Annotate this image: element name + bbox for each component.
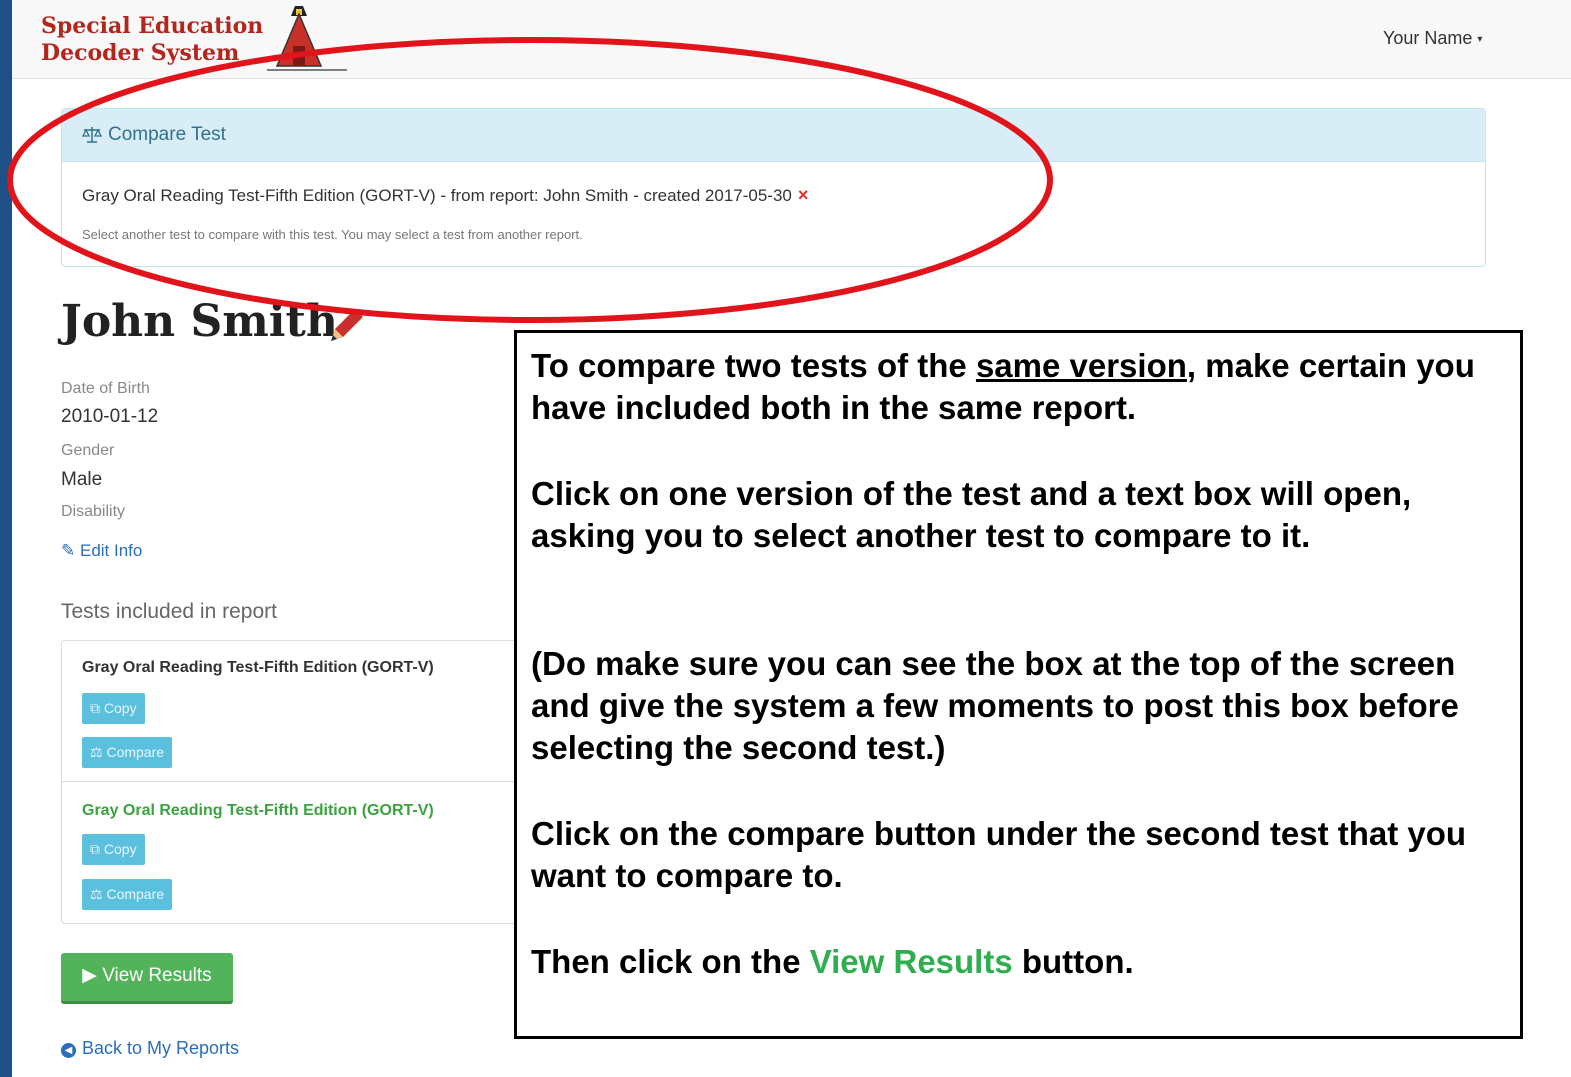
callout-paragraph-1: To compare two tests of the same version… bbox=[531, 347, 1475, 426]
arrow-left-circle-icon: ◀ bbox=[61, 1043, 76, 1058]
view-results-label: View Results bbox=[102, 965, 212, 986]
callout-paragraph-4: Click on the compare button under the se… bbox=[531, 815, 1467, 894]
gender-value: Male bbox=[61, 469, 103, 490]
tests-heading: Tests included in report bbox=[61, 600, 277, 623]
top-navbar: Special Education Decoder System Your Na… bbox=[12, 0, 1571, 79]
edit-info-link[interactable]: ✎ Edit Info bbox=[61, 541, 142, 561]
compare-button[interactable]: ⚖ Compare bbox=[82, 879, 173, 910]
dob-value: 2010-01-12 bbox=[61, 406, 159, 427]
compare-button[interactable]: ⚖ Compare bbox=[82, 737, 173, 768]
user-menu-dropdown[interactable]: Your Name ▾ bbox=[1383, 28, 1482, 49]
back-link-label: Back to My Reports bbox=[82, 1038, 240, 1058]
test-title[interactable]: Gray Oral Reading Test-Fifth Edition (GO… bbox=[82, 802, 434, 820]
disability-label: Disability bbox=[61, 503, 126, 520]
selected-test-label: Gray Oral Reading Test-Fifth Edition (GO… bbox=[82, 186, 792, 205]
callout-paragraph-2: Click on one version of the test and a t… bbox=[531, 475, 1412, 554]
callout-paragraph-3: (Do make sure you can see the box at the… bbox=[531, 645, 1459, 766]
pencil-icon[interactable] bbox=[327, 305, 367, 345]
play-icon: ▶ bbox=[82, 965, 97, 986]
student-name: John Smith bbox=[61, 296, 338, 347]
list-item: Gray Oral Reading Test-Fifth Edition (GO… bbox=[62, 781, 532, 922]
dob-label: Date of Birth bbox=[61, 380, 150, 397]
gender-label: Gender bbox=[61, 442, 115, 459]
remove-x-icon[interactable]: × bbox=[798, 185, 809, 205]
instruction-callout: To compare two tests of the same version… bbox=[514, 330, 1523, 1039]
copy-button[interactable]: ⧉ Copy bbox=[82, 834, 145, 865]
view-results-button[interactable]: ▶ View Results bbox=[61, 953, 233, 1004]
schoolhouse-icon bbox=[267, 6, 347, 71]
copy-button-label: Copy bbox=[103, 700, 137, 716]
chevron-down-icon: ▾ bbox=[1477, 33, 1483, 45]
balance-scale-icon: ⚖ bbox=[90, 886, 103, 902]
balance-scale-icon bbox=[81, 126, 103, 143]
back-to-reports-link[interactable]: ◀ Back to My Reports bbox=[61, 1038, 239, 1059]
list-item: Gray Oral Reading Test-Fifth Edition (GO… bbox=[62, 641, 532, 781]
callout-paragraph-5: Then click on the View Results button. bbox=[531, 943, 1134, 980]
brand-line-2: Decoder System bbox=[41, 40, 240, 66]
compare-test-panel: Compare Test Gray Oral Reading Test-Fift… bbox=[61, 108, 1486, 267]
copy-button-label: Copy bbox=[103, 841, 137, 857]
compare-help-text: Select another test to compare with this… bbox=[82, 227, 583, 242]
selected-test: Gray Oral Reading Test-Fifth Edition (GO… bbox=[82, 185, 808, 206]
compare-panel-title: Compare Test bbox=[108, 124, 226, 145]
test-title[interactable]: Gray Oral Reading Test-Fifth Edition (GO… bbox=[82, 659, 434, 677]
test-list: Gray Oral Reading Test-Fifth Edition (GO… bbox=[61, 640, 533, 924]
brand-logo-text[interactable]: Special Education Decoder System bbox=[41, 13, 263, 67]
copy-button[interactable]: ⧉ Copy bbox=[82, 693, 145, 724]
pencil-icon: ✎ bbox=[61, 541, 76, 560]
compare-panel-heading: Compare Test bbox=[62, 109, 1485, 162]
user-name: Your Name bbox=[1383, 28, 1473, 48]
copy-icon: ⧉ bbox=[90, 841, 100, 857]
edit-info-label: Edit Info bbox=[79, 541, 143, 560]
balance-scale-icon: ⚖ bbox=[90, 744, 103, 760]
compare-button-label: Compare bbox=[106, 744, 165, 760]
brand-line-1: Special Education bbox=[41, 13, 264, 39]
copy-icon: ⧉ bbox=[90, 700, 100, 716]
compare-button-label: Compare bbox=[106, 886, 165, 902]
